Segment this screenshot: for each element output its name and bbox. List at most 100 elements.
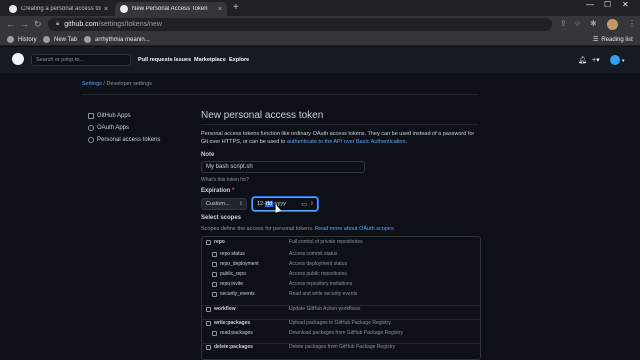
browser-tab-bar: Creating a personal access toke × New Pe… [0, 0, 640, 16]
url-input[interactable]: 🔒︎ github.com/settings/tokens/new [48, 18, 552, 31]
forward-icon[interactable]: → [20, 19, 29, 29]
scope-checkbox[interactable] [212, 251, 217, 257]
scopes-desc-text: Scopes define the access for personal to… [201, 226, 316, 232]
tab-creating-token[interactable]: Creating a personal access toke × [4, 2, 113, 16]
scope-checkbox[interactable] [206, 239, 211, 245]
date-day-selected: dd [264, 201, 274, 207]
share-icon[interactable]: ⇪ [560, 19, 567, 28]
sidebar-item-github-apps[interactable]: GitHub Apps [88, 113, 131, 119]
scope-checkbox[interactable] [206, 320, 211, 326]
scope-description: Update GitHub Action workflows [289, 306, 361, 312]
sidebar-item-personal-access-tokens[interactable]: Personal access tokens [88, 137, 160, 143]
nav-pull-requests[interactable]: Pull requests [138, 57, 173, 63]
close-window-icon[interactable]: ✕ [622, 0, 629, 9]
scope-checkbox[interactable] [212, 261, 217, 267]
person-icon [88, 125, 94, 131]
tab-new-token[interactable]: New Personal Access Token × [115, 2, 227, 16]
scope-description: Upload packages to GitHub Package Regist… [289, 320, 391, 326]
tab-title: New Personal Access Token [132, 6, 208, 12]
oauth-scopes-link[interactable]: Read more about OAuth scopes. [315, 226, 395, 232]
scope-checkbox[interactable] [212, 281, 217, 287]
scope-name: delete:packages [214, 344, 253, 350]
chevron-down-icon[interactable]: ▾ [622, 58, 625, 64]
intro-end: . [405, 139, 408, 145]
url-path: /settings/tokens/new [98, 21, 162, 28]
spinner-icon[interactable]: ⇕ [310, 201, 314, 207]
calendar-icon[interactable]: ▭ [301, 201, 307, 208]
scope-description: Read and write security events [289, 291, 358, 297]
scopes-list: repo Full control of private repositorie… [201, 236, 481, 360]
new-tab-button[interactable]: + [233, 2, 239, 13]
minimize-icon[interactable]: — [586, 0, 594, 9]
nav-explore[interactable]: Explore [229, 57, 249, 63]
bookmarks-bar: History New Tab arrhythmia meanin... ☰ R… [0, 33, 640, 46]
bookmark-label: arrhythmia meanin... [95, 36, 150, 43]
bell-icon[interactable]: 🔔︎ [578, 56, 587, 64]
breadcrumb-settings[interactable]: Settings [82, 81, 102, 87]
github-favicon-icon [120, 5, 128, 13]
menu-kebab-icon[interactable]: ⋮ [628, 19, 636, 28]
intro-text: Personal access tokens function like ord… [201, 130, 481, 146]
github-logo-icon[interactable] [12, 53, 24, 65]
scope-checkbox[interactable] [206, 306, 211, 312]
sidebar-item-label: OAuth Apps [97, 125, 130, 131]
divider [82, 94, 478, 95]
scope-name: read:packages [220, 330, 253, 336]
extensions-icon[interactable]: ✱ [590, 19, 597, 28]
star-icon[interactable]: ☆ [574, 19, 581, 28]
scope-description: Access deployment status [289, 261, 348, 267]
reading-list-label: Reading list [601, 36, 633, 43]
expiration-label-text: Expiration [201, 188, 231, 194]
scope-name: workflow [214, 306, 236, 312]
close-tab-icon[interactable]: × [218, 6, 222, 13]
apps-icon [88, 113, 94, 119]
tab-title: Creating a personal access toke [21, 6, 101, 12]
url-host: github.com [64, 21, 99, 28]
scope-checkbox[interactable] [212, 291, 217, 297]
reload-icon[interactable]: ↻ [34, 19, 42, 30]
sidebar-item-label: Personal access tokens [97, 137, 161, 143]
scope-description: Access commit status [289, 251, 338, 257]
bookmark-label: History [18, 36, 37, 43]
bookmark-history[interactable]: History [7, 36, 37, 43]
profile-avatar[interactable] [607, 19, 618, 30]
scope-name: write:packages [214, 320, 251, 326]
scope-description: Access repository invitations [289, 281, 353, 287]
plus-icon[interactable]: +▾ [592, 56, 600, 64]
scopes-label: Select scopes [201, 215, 242, 221]
close-tab-icon[interactable]: × [104, 6, 108, 13]
globe-icon [43, 36, 50, 43]
search-input[interactable]: Search or jump to... [31, 54, 131, 66]
google-icon [84, 36, 91, 43]
expiration-date-input[interactable]: 12- dd -yyyy ▭ ⇕ [252, 197, 318, 211]
scope-checkbox[interactable] [206, 344, 211, 350]
required-mark: * [232, 188, 235, 194]
user-avatar[interactable] [610, 55, 620, 65]
github-header: Search or jump to... Pull requests Issue… [0, 47, 640, 73]
back-icon[interactable]: ← [6, 19, 15, 29]
scopes-description: Scopes define the access for personal to… [201, 226, 395, 232]
expiration-select[interactable]: Custom... ⇕ [201, 198, 247, 210]
note-field[interactable]: My bash script.sh [201, 161, 365, 173]
nav-marketplace[interactable]: Marketplace [194, 57, 226, 63]
reading-list[interactable]: ☰ Reading list [593, 36, 633, 44]
note-hint: What's this token for? [201, 177, 249, 183]
scope-checkbox[interactable] [212, 330, 217, 336]
scope-description: Delete packages from GitHub Package Regi… [289, 344, 396, 350]
sidebar-item-oauth-apps[interactable]: OAuth Apps [88, 125, 129, 131]
key-icon [88, 137, 94, 143]
chevron-updown-icon: ⇕ [238, 201, 243, 207]
reading-list-icon: ☰ [593, 37, 599, 43]
bookmark-new-tab[interactable]: New Tab [43, 36, 77, 43]
address-bar-row: ← → ↻ 🔒︎ github.com/settings/tokens/new … [0, 16, 640, 33]
scope-description: Access public repositories [289, 271, 347, 277]
date-month: 12- [257, 201, 265, 207]
scope-name: public_repo [220, 271, 246, 277]
page-title: New personal access token [201, 110, 324, 121]
scope-description: Full control of private repositories [289, 239, 363, 245]
bookmark-arrhythmia[interactable]: arrhythmia meanin... [84, 36, 150, 43]
scope-checkbox[interactable] [212, 271, 217, 277]
nav-issues[interactable]: Issues [174, 57, 191, 63]
basic-auth-link[interactable]: authenticate to the API over Basic Authe… [287, 139, 406, 145]
maximize-icon[interactable]: ☐ [604, 0, 611, 9]
